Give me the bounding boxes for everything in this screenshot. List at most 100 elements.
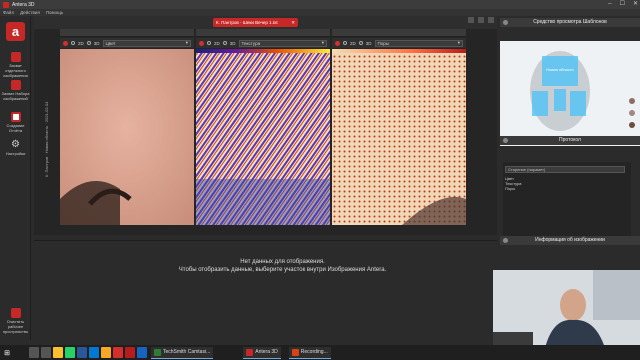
no-data-message: Нет данных для отображения. Чтобы отобра… (0, 258, 531, 274)
select-value: Поры (377, 40, 390, 46)
menu-actions[interactable]: Действия (20, 9, 40, 16)
panel-header (60, 29, 194, 37)
gear-icon: ⚙ (11, 139, 20, 150)
sidebar-item-capture-single[interactable]: Захват отдельного изображения (1, 52, 30, 78)
layout-icon[interactable] (468, 17, 474, 23)
collapse-icon[interactable] (503, 238, 508, 243)
report-icon (10, 112, 21, 122)
radio-2d[interactable] (207, 41, 211, 45)
face-template-image[interactable]: Новая область (500, 41, 640, 146)
document-tab[interactable]: К. Пантров - Шеки Вечер 1.txt ✕ (213, 18, 298, 27)
task-label: TechSmith Camtasi... (163, 349, 211, 355)
protocol-panel (503, 162, 631, 242)
protocol-title: Протокол (559, 137, 581, 143)
sidebar-item-label: Захват Набора изображений (1, 91, 30, 101)
panel-header (196, 29, 330, 37)
template-area-label: Новая область (546, 67, 574, 72)
panel-controls: 2D 3D Текстура ▾ (196, 38, 330, 48)
antera-icon (246, 348, 254, 356)
pores-map-image[interactable] (332, 49, 466, 225)
radio-2d[interactable] (343, 41, 347, 45)
menu-bar: Файл Действия Помощь (0, 9, 640, 16)
panel-controls: 2D 3D Поры ▾ (332, 38, 466, 48)
sidebar-item-label: Настройки (5, 151, 26, 156)
search-icon[interactable] (29, 347, 39, 358)
no-data-line-2: Чтобы отобразить данные, выберите участо… (178, 267, 387, 273)
sidebar-item-label: Захват отдельного изображения (3, 63, 28, 78)
opera-icon[interactable] (113, 347, 123, 358)
windows-start-icon[interactable]: ⊞ (0, 345, 14, 360)
mode-2d-label: 2D (214, 40, 220, 46)
camtasia-icon (154, 348, 161, 356)
task-label: Recording... (300, 349, 328, 355)
fullscreen-icon[interactable] (488, 17, 494, 23)
chevron-down-icon: ▾ (185, 40, 188, 45)
close-tab-icon[interactable]: ✕ (291, 18, 295, 27)
radio-3d[interactable] (86, 41, 91, 45)
menu-help[interactable]: Помощь (46, 9, 63, 16)
chevron-down-icon: ▾ (321, 40, 324, 45)
clear-icon (10, 308, 21, 318)
sidebar-item-clear-workspace[interactable]: Очистить рабочее пространство (1, 308, 30, 334)
radio-3d[interactable] (222, 41, 227, 45)
mode-select[interactable]: Текстура ▾ (238, 39, 327, 47)
explorer-icon[interactable] (101, 347, 111, 358)
image-info-header: Информация об изображении (500, 236, 640, 245)
protocol-select[interactable]: Старение (парамет) (505, 166, 625, 173)
taskbar-task-camtasia[interactable]: TechSmith Camtasi... (151, 346, 214, 359)
mode-2d-label: 2D (78, 40, 84, 46)
chrome-icon[interactable] (53, 347, 63, 358)
mode-3d-label: 3D (229, 40, 236, 46)
sidebar-item-settings[interactable]: ⚙ Настройки (1, 139, 30, 157)
webcam-overlay (493, 270, 640, 348)
word-icon[interactable] (77, 347, 87, 358)
taskbar-task-antera[interactable]: Antera 3D (243, 346, 281, 359)
camera-icon (10, 52, 21, 62)
radio-3d[interactable] (358, 41, 363, 45)
mode-select[interactable]: Поры ▾ (374, 39, 463, 47)
menu-file[interactable]: Файл (3, 9, 14, 16)
panel-header (332, 29, 466, 37)
record-icon[interactable] (335, 40, 340, 46)
mode-select[interactable]: Цвет ▾ (102, 39, 191, 47)
protocol-item[interactable]: Поры (505, 186, 522, 191)
sidebar-item-capture-set[interactable]: Захват Набора изображений (1, 80, 30, 101)
whatsapp-icon[interactable] (65, 347, 75, 358)
antera-logo: a (6, 22, 25, 41)
select-value: Текстура (241, 40, 261, 46)
photoshop-icon[interactable] (137, 347, 147, 358)
sidebar-item-label: Очистить рабочее пространство (2, 319, 29, 334)
template-viewer-title: Средство просмотра Шаблонов (533, 19, 607, 25)
radio-2d[interactable] (71, 41, 75, 45)
image-info-title: Информация об изображении (535, 237, 605, 243)
minimize-button[interactable]: – (608, 0, 611, 9)
texture-map-image[interactable] (196, 49, 330, 225)
sidebar-item-label: Создание Отчёта (6, 123, 25, 133)
grid-icon[interactable] (478, 17, 484, 23)
sidebar-item-create-report[interactable]: Создание Отчёта (1, 112, 30, 133)
pdf-icon[interactable] (125, 347, 135, 358)
protocol-header: Протокол (500, 136, 640, 145)
image-side-label: К. Пантров · Новая область · 2021-02-04 (44, 101, 49, 177)
outlook-icon[interactable] (89, 347, 99, 358)
record-icon[interactable] (199, 40, 204, 46)
collapse-icon[interactable] (503, 20, 508, 25)
panel-controls: 2D 3D Цвет ▾ (60, 38, 194, 48)
panel-pores: 2D 3D Поры ▾ (332, 29, 466, 235)
panel-texture: 2D 3D Текстура ▾ (196, 29, 330, 235)
collapse-icon[interactable] (503, 138, 508, 143)
data-pane (34, 240, 497, 340)
mode-3d-label: 3D (365, 40, 372, 46)
select-value: Цвет (105, 40, 116, 46)
window-title: Antera 3D (12, 1, 35, 8)
taskbar-task-recording[interactable]: Recording... (288, 346, 331, 359)
protocol-select-value: Старение (парамет) (508, 167, 546, 172)
maximize-button[interactable]: ☐ (620, 0, 625, 9)
record-icon[interactable] (63, 40, 68, 46)
image-viewer: К. Пантров · Новая область · 2021-02-04 … (34, 29, 497, 235)
close-button[interactable]: ✕ (633, 0, 638, 9)
skin-color-image[interactable] (60, 49, 194, 225)
task-view-icon[interactable] (41, 347, 51, 358)
task-label: Antera 3D (255, 349, 278, 355)
title-bar: Antera 3D – ☐ ✕ (0, 0, 640, 9)
